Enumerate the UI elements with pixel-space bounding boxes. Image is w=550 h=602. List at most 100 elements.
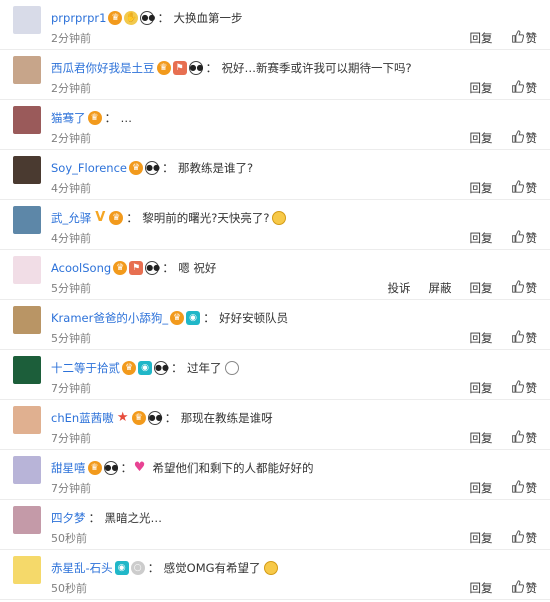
comment-time: 7分钟前 [51,482,91,495]
username-link[interactable]: 四夕梦 [51,510,86,526]
comment-line: 武_允驿 V ♛：黎明前的曙光?天快亮了? [51,210,287,226]
reply-button[interactable]: 回复 [470,330,493,346]
colon-separator: ： [120,461,133,475]
avatar-image [13,356,41,384]
username-link[interactable]: chEn蓝茜嗷 [51,410,114,426]
thumbs-up-icon [511,480,526,496]
badge-group: ♛ ◉ [170,311,202,325]
avatar[interactable] [13,156,41,184]
avatar-image [13,156,41,184]
username-link[interactable]: 猫骞了 [51,110,86,126]
comment-time: 7分钟前 [51,382,91,395]
comment-item: Kramer爸爸的小舔狗_ ♛ ◉：好好安顿队员 5分钟前 回复 赞 [0,300,550,350]
avatar-image [13,406,41,434]
reply-button[interactable]: 回复 [470,530,493,546]
avatar[interactable] [13,256,41,284]
avatar[interactable] [13,106,41,134]
camera-badge-icon: ◉ [138,361,152,375]
comment-time: 4分钟前 [51,232,91,245]
reply-button[interactable]: 回复 [470,180,493,196]
comment-item: 猫骞了 ♛：… 2分钟前 回复 赞 [0,100,550,150]
like-button[interactable]: 赞 [511,480,537,496]
avatar[interactable] [13,506,41,534]
colon-separator: ： [126,211,139,225]
username-link[interactable]: 西瓜君你好我是土豆 [51,60,155,76]
flag-badge-icon: ⚑ [129,261,144,275]
avatar[interactable] [13,556,41,584]
avatar[interactable] [13,306,41,334]
badge-group: ♛ ✋ ●● [108,11,156,25]
username-link[interactable]: Kramer爸爸的小舔狗_ [51,310,168,326]
badge-group: ♛ ◉ ●● [122,361,170,375]
username-link[interactable]: 赤星乱-石头 [51,560,113,576]
avatar[interactable] [13,406,41,434]
avatar[interactable] [13,456,41,484]
comment-item: 十二等于拾贰 ♛ ◉ ●●：过年了 7分钟前 回复 赞 [0,350,550,400]
like-button[interactable]: 赞 [511,130,537,146]
badge-group: V ♛ [93,211,125,225]
flag-badge-icon: ⚑ [172,61,187,75]
username-link[interactable]: 甜星嘻 [51,460,86,476]
avatar[interactable] [13,56,41,84]
avatar[interactable] [13,6,41,34]
like-button[interactable]: 赞 [511,580,537,596]
reply-button[interactable]: 回复 [470,230,493,246]
report-button[interactable]: 投诉 [388,280,411,296]
username-link[interactable]: 武_允驿 [51,210,91,226]
like-button[interactable]: 赞 [511,180,537,196]
camera-badge-icon: ◉ [186,311,201,325]
reply-button[interactable]: 回复 [470,580,493,596]
panda-icon: ●● [147,411,163,425]
comment-text: 那现在教练是谁呀 [180,411,273,425]
badge-group: ★ ♛ ●● [116,411,164,425]
comment-item: 甜星嘻 ♛ ●●： ♥ 希望他们和剩下的人都能好好的 7分钟前 回复 赞 [0,450,550,500]
avatar-image [13,206,41,234]
badge-group: ♛ ●● [128,161,161,175]
username-link[interactable]: 十二等于拾贰 [51,360,120,376]
username-link[interactable]: prprprpr1 [51,10,106,26]
comment-actions: 回复 赞 [452,480,537,496]
comment-actions: 回复 赞 [452,380,537,396]
comment-line: 赤星乱-石头 ◉ ○：感觉OMG有希望了 [51,560,278,576]
comment-text: 好好安顿队员 [219,311,289,325]
like-button[interactable]: 赞 [511,330,538,346]
reply-button[interactable]: 回复 [470,30,493,46]
like-button[interactable]: 赞 [511,30,537,46]
thumbs-up-icon [511,380,526,396]
panda-icon: ●● [103,461,118,475]
colon-separator: ： [164,411,177,425]
avatar[interactable] [13,206,41,234]
camera-badge-icon: ◉ [114,561,129,575]
comment-actions: 回复 赞 [452,580,537,596]
comment-time: 2分钟前 [51,132,91,145]
reply-button[interactable]: 回复 [470,380,493,396]
vip-badge-icon: ♛ [87,111,102,125]
like-button[interactable]: 赞 [511,380,537,396]
username-link[interactable]: AcoolSong [51,260,111,276]
like-button[interactable]: 赞 [511,530,537,546]
like-button[interactable]: 赞 [511,430,537,446]
vip-badge-icon: ♛ [128,161,143,175]
comment-text: 大换血第一步 [173,11,243,25]
reply-button[interactable]: 回复 [470,480,493,496]
comment-actions: 投诉 屏蔽 回复 赞 [370,280,537,296]
avatar[interactable] [13,356,41,384]
username-link[interactable]: Soy_Florence [51,160,127,176]
comment-text: 过年了 [187,361,222,375]
like-button[interactable]: 赞 [511,80,537,96]
reply-button[interactable]: 回复 [470,430,493,446]
like-button[interactable]: 赞 [511,230,537,246]
thumbs-up-icon [511,180,526,196]
vip-badge-icon: ♛ [108,11,123,25]
badge-group: ♛ ●● [87,461,120,475]
cry-emoji-icon [272,211,287,225]
like-button[interactable]: 赞 [511,280,537,296]
thumbs-up-icon [511,330,526,346]
colon-separator: ： [205,61,218,75]
reply-button[interactable]: 回复 [470,130,493,146]
comment-line: chEn蓝茜嗷 ★ ♛ ●●：那现在教练是谁呀 [51,410,273,426]
block-button[interactable]: 屏蔽 [429,280,452,296]
like-label: 赞 [525,331,538,345]
reply-button[interactable]: 回复 [470,80,493,96]
reply-button[interactable]: 回复 [470,280,493,296]
